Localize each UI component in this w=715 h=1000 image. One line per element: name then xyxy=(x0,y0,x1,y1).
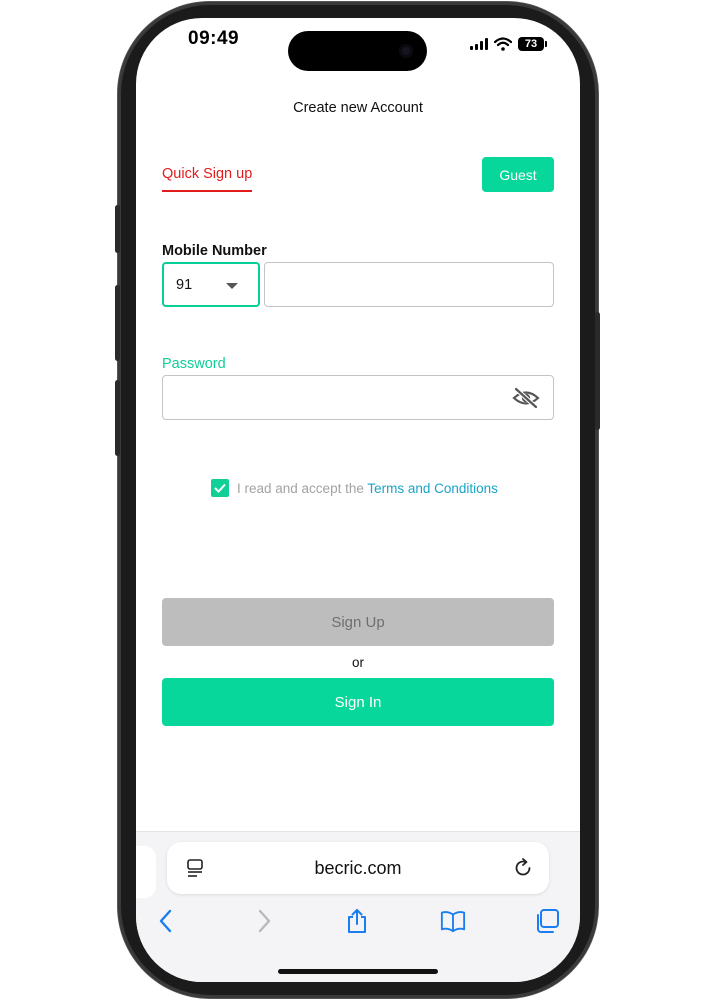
mobile-number-input[interactable] xyxy=(264,262,554,307)
or-separator: or xyxy=(351,655,364,670)
terms-link[interactable]: Terms and Conditions xyxy=(367,481,498,496)
bookmarks-icon[interactable] xyxy=(440,908,466,934)
camera-icon xyxy=(399,44,413,58)
action-button xyxy=(115,205,120,253)
country-code-value: 91 xyxy=(176,276,193,293)
terms-text: I read and accept the Terms and Conditio… xyxy=(237,481,498,496)
url-text: becric.com xyxy=(314,858,402,878)
terms-row: I read and accept the Terms and Conditio… xyxy=(211,479,498,497)
signal-icon xyxy=(470,38,488,50)
browser-toolbar: becric.com xyxy=(136,831,580,982)
share-icon[interactable] xyxy=(344,908,370,934)
guest-button[interactable]: Guest xyxy=(482,157,554,192)
eye-off-icon[interactable] xyxy=(512,386,540,410)
terms-prefix: I read and accept the xyxy=(237,480,368,496)
battery-icon: 73 xyxy=(518,37,547,51)
terms-checkbox[interactable] xyxy=(211,479,229,497)
back-icon[interactable] xyxy=(154,908,180,934)
power-button xyxy=(595,312,600,430)
password-input[interactable] xyxy=(162,375,554,420)
status-time: 09:49 xyxy=(188,28,240,49)
signin-button[interactable]: Sign In xyxy=(162,678,554,726)
checkbox-check-icon xyxy=(214,483,226,493)
status-icons: 73 xyxy=(470,37,547,51)
previous-tab-preview[interactable] xyxy=(136,846,156,898)
mobile-number-label: Mobile Number xyxy=(162,243,267,259)
caret-down-icon xyxy=(226,283,238,289)
signup-button[interactable]: Sign Up xyxy=(162,598,554,646)
address-bar[interactable]: becric.com xyxy=(167,842,549,894)
password-label: Password xyxy=(162,356,226,372)
page-title: Create new Account xyxy=(293,100,423,116)
forward-icon[interactable] xyxy=(250,908,276,934)
reload-icon[interactable] xyxy=(511,856,535,880)
phone-screen: 09:49 73 Create new Account Quick Sign u… xyxy=(136,18,580,982)
volume-up-button xyxy=(115,285,120,361)
wifi-icon xyxy=(494,37,512,51)
dynamic-island xyxy=(288,31,427,71)
volume-down-button xyxy=(115,380,120,456)
home-indicator[interactable] xyxy=(278,969,438,974)
tab-quick-signup[interactable]: Quick Sign up xyxy=(162,166,253,192)
tabs-icon[interactable] xyxy=(534,908,560,934)
country-code-select[interactable]: 91 xyxy=(162,262,260,307)
